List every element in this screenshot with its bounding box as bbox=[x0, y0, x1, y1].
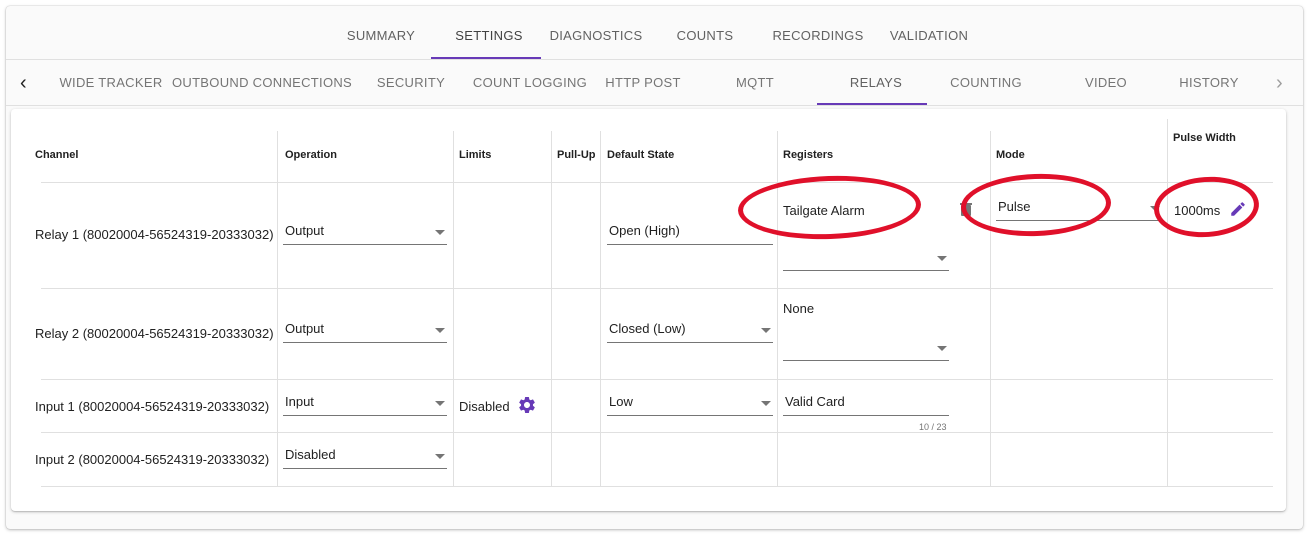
grid-vline bbox=[990, 131, 991, 487]
chevron-down-icon bbox=[937, 256, 947, 261]
trash-icon[interactable] bbox=[959, 201, 973, 217]
header-channel: Channel bbox=[35, 149, 79, 161]
grid-vline bbox=[777, 131, 778, 487]
grid-hline bbox=[41, 182, 1273, 183]
channel-label: Relay 1 (80020004-56524319-20333032) bbox=[35, 227, 274, 242]
chevron-down-icon bbox=[761, 401, 771, 406]
tab-diagnostics[interactable]: DIAGNOSTICS bbox=[546, 12, 646, 60]
top-tab-bar: SUMMARY SETTINGS DIAGNOSTICS COUNTS RECO… bbox=[6, 12, 1303, 60]
limits-value: Disabled bbox=[459, 399, 510, 414]
subtab-mqtt[interactable]: MQTT bbox=[730, 60, 780, 106]
grid-vline bbox=[551, 131, 552, 487]
channel-label: Input 2 (80020004-56524319-20333032) bbox=[35, 452, 270, 467]
operation-value: Output bbox=[285, 223, 325, 238]
register-input[interactable]: Valid Card bbox=[783, 394, 949, 416]
channel-label: Input 1 (80020004-56524319-20333032) bbox=[35, 399, 270, 414]
subtab-outbound-connections[interactable]: OUTBOUND CONNECTIONS bbox=[170, 60, 354, 106]
pulse-width-value: 1000ms bbox=[1174, 203, 1221, 218]
grid-vline bbox=[600, 131, 601, 487]
operation-select[interactable]: Output bbox=[283, 321, 447, 343]
operation-select[interactable]: Output bbox=[283, 223, 447, 245]
header-pullup: Pull-Up bbox=[557, 149, 596, 161]
header-limits: Limits bbox=[459, 149, 492, 161]
chevron-down-icon bbox=[435, 454, 445, 459]
subtab-history[interactable]: HISTORY bbox=[1174, 60, 1244, 106]
operation-value: Disabled bbox=[285, 447, 336, 462]
header-operation: Operation bbox=[285, 149, 337, 161]
grid-hline bbox=[41, 288, 1273, 289]
scroll-right-icon[interactable]: › bbox=[1276, 60, 1290, 106]
chevron-down-icon bbox=[937, 346, 947, 351]
tab-validation[interactable]: VALIDATION bbox=[884, 12, 974, 60]
default-state-value: Low bbox=[609, 394, 633, 409]
tab-settings[interactable]: SETTINGS bbox=[443, 12, 535, 60]
header-pulse-width: Pulse Width bbox=[1173, 132, 1236, 144]
register-label: None bbox=[783, 301, 815, 316]
operation-select[interactable]: Input bbox=[283, 394, 447, 416]
default-state-select[interactable]: Closed (Low) bbox=[607, 321, 773, 343]
header-registers: Registers bbox=[783, 149, 834, 161]
scroll-left-icon[interactable]: ‹ bbox=[20, 60, 34, 106]
chevron-down-icon bbox=[761, 328, 771, 333]
register-select[interactable] bbox=[783, 249, 949, 271]
operation-value: Output bbox=[285, 321, 325, 336]
subtab-relays-indicator bbox=[817, 103, 927, 105]
tab-recordings[interactable]: RECORDINGS bbox=[768, 12, 868, 60]
grid-vline bbox=[453, 131, 454, 487]
chevron-down-icon bbox=[435, 401, 445, 406]
register-label: Tailgate Alarm bbox=[783, 203, 865, 218]
grid-hline bbox=[41, 486, 1273, 487]
chevron-down-icon bbox=[1150, 206, 1160, 211]
subtab-video[interactable]: VIDEO bbox=[1076, 60, 1136, 106]
header-default-state: Default State bbox=[607, 149, 675, 161]
chevron-down-icon bbox=[435, 328, 445, 333]
relays-card: Channel Operation Limits Pull-Up Default… bbox=[11, 109, 1286, 511]
register-input-value: Valid Card bbox=[785, 394, 845, 409]
pencil-icon[interactable] bbox=[1229, 200, 1247, 218]
operation-value: Input bbox=[285, 394, 314, 409]
subtab-count-logging[interactable]: COUNT LOGGING bbox=[468, 60, 592, 106]
tab-summary[interactable]: SUMMARY bbox=[341, 12, 421, 60]
sub-tab-bar: ‹ WIDE TRACKER OUTBOUND CONNECTIONS SECU… bbox=[6, 60, 1303, 106]
character-counter: 10 / 23 bbox=[919, 422, 947, 432]
chevron-down-icon bbox=[435, 230, 445, 235]
gear-icon[interactable] bbox=[517, 395, 537, 415]
subtab-relays[interactable]: RELAYS bbox=[821, 60, 931, 106]
tab-settings-indicator bbox=[431, 57, 541, 59]
default-state-value: Closed (Low) bbox=[609, 321, 686, 336]
mode-select[interactable]: Pulse bbox=[996, 199, 1162, 221]
subtab-security[interactable]: SECURITY bbox=[371, 60, 451, 106]
header-mode: Mode bbox=[996, 149, 1025, 161]
subtab-wide-tracker[interactable]: WIDE TRACKER bbox=[56, 60, 166, 106]
default-state-select[interactable]: Open (High) bbox=[607, 223, 773, 245]
register-select[interactable] bbox=[783, 339, 949, 361]
grid-hline bbox=[41, 379, 1273, 380]
channel-label: Relay 2 (80020004-56524319-20333032) bbox=[35, 326, 274, 341]
grid-vline bbox=[277, 131, 278, 487]
subtab-http-post[interactable]: HTTP POST bbox=[594, 60, 692, 106]
default-state-value: Open (High) bbox=[609, 223, 680, 238]
tab-counts[interactable]: COUNTS bbox=[670, 12, 740, 60]
default-state-select[interactable]: Low bbox=[607, 394, 773, 416]
operation-select[interactable]: Disabled bbox=[283, 447, 447, 469]
grid-hline bbox=[41, 432, 1273, 433]
mode-value: Pulse bbox=[998, 199, 1031, 214]
subtab-counting[interactable]: COUNTING bbox=[946, 60, 1026, 106]
